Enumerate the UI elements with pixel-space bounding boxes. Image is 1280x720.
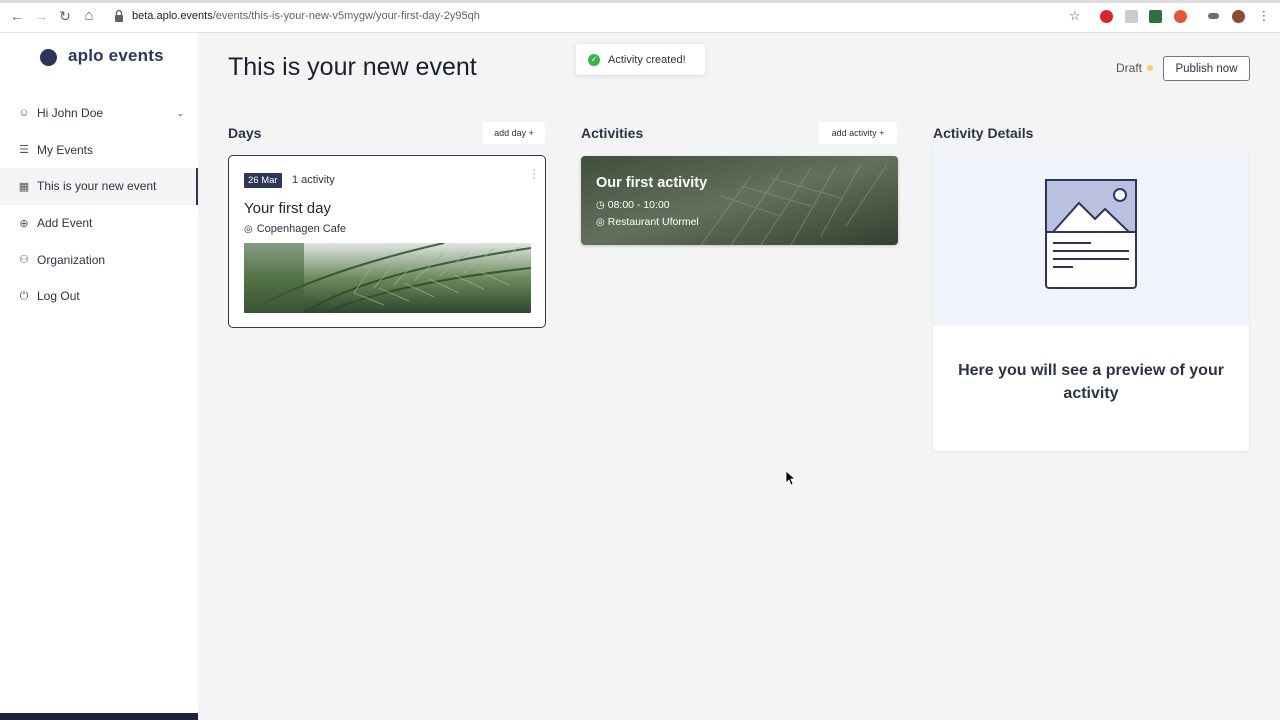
logo-text: aplo events xyxy=(68,45,164,65)
plus-circle-icon: ⊕ xyxy=(19,217,29,230)
mouse-cursor-icon xyxy=(785,470,795,486)
power-icon: ⏻ xyxy=(19,289,29,302)
sidebar-item-label: Hi John Doe xyxy=(37,106,104,121)
date-badge: 26 Mar xyxy=(244,173,282,188)
profile-avatar[interactable] xyxy=(1232,10,1245,23)
browser-menu-icon[interactable]: ⋮ xyxy=(1256,8,1272,24)
kebab-menu-icon[interactable]: ⋮ xyxy=(528,168,540,180)
app-logo[interactable]: aplo events xyxy=(40,45,164,66)
extension-red-icon[interactable] xyxy=(1174,10,1187,23)
sidebar-item-user[interactable]: ☺ Hi John Doe ⌄ xyxy=(0,95,198,132)
sidebar: aplo events ☺ Hi John Doe ⌄ ☰ My Events … xyxy=(0,33,198,720)
browser-chrome: ← → ↻ ⌂ beta.aplo.events/events/this-is-… xyxy=(0,0,1280,33)
activity-location: ◎ Restaurant Uformel xyxy=(596,216,699,228)
sidebar-item-organization[interactable]: ⚇ Organization xyxy=(0,241,198,278)
days-title: Days xyxy=(228,125,262,141)
sidebar-item-my-events[interactable]: ☰ My Events xyxy=(0,132,198,169)
extension-code-icon[interactable] xyxy=(1125,10,1138,23)
people-icon: ⚇ xyxy=(19,254,29,267)
page-title: This is your new event xyxy=(228,53,477,81)
day-location-text: Copenhagen Cafe xyxy=(256,223,347,235)
activity-title: Our first activity xyxy=(596,175,708,191)
activity-card[interactable]: Our first activity ◷ 08:00 - 10:00 ◎ Res… xyxy=(581,156,898,245)
sidebar-item-label: This is your new event xyxy=(37,179,157,194)
url-text: beta.aplo.events/events/this-is-your-new… xyxy=(132,10,480,22)
browser-top-edge xyxy=(0,0,1280,3)
location-pin-icon: ◎ xyxy=(244,223,253,235)
back-icon[interactable]: ← xyxy=(9,8,25,24)
sidebar-bottom-bar xyxy=(0,713,198,720)
user-icon: ☺ xyxy=(18,107,30,120)
lock-icon xyxy=(115,9,123,22)
sidebar-item-label: Organization xyxy=(37,252,106,267)
activities-title: Activities xyxy=(581,125,644,141)
reload-icon[interactable]: ↻ xyxy=(57,8,73,24)
sidebar-item-label: Log Out xyxy=(37,289,80,304)
sidebar-item-add-event[interactable]: ⊕ Add Event xyxy=(0,205,198,242)
home-icon[interactable]: ⌂ xyxy=(81,8,97,24)
main-content: This is your new event ✓ Activity create… xyxy=(198,33,1280,720)
activity-details-title: Activity Details xyxy=(933,125,1034,141)
clock-icon: ◷ xyxy=(596,199,605,211)
url-host: beta.aplo.events xyxy=(132,10,213,22)
day-card[interactable]: 26 Mar 1 activity ⋮ Your first day ◎ Cop… xyxy=(228,155,546,328)
add-activity-button[interactable]: add activity + xyxy=(819,122,897,144)
toast-message: Activity created! xyxy=(608,53,686,66)
add-day-button[interactable]: add day + xyxy=(483,122,545,144)
sidebar-item-log-out[interactable]: ⏻ Log Out xyxy=(0,278,198,315)
sidebar-nav: ☺ Hi John Doe ⌄ ☰ My Events ▦ This is yo… xyxy=(0,95,198,315)
extension-key-icon[interactable] xyxy=(1208,13,1219,19)
activity-count: 1 activity xyxy=(292,174,335,186)
day-cover-image xyxy=(244,243,531,313)
publish-button[interactable]: Publish now xyxy=(1163,56,1250,81)
status-text: Draft xyxy=(1116,61,1143,75)
chevron-down-icon[interactable]: ⌄ xyxy=(176,108,184,119)
check-circle-icon: ✓ xyxy=(588,53,600,66)
sidebar-item-label: My Events xyxy=(37,142,94,157)
extension-bw-icon[interactable] xyxy=(1149,10,1162,23)
details-placeholder-text: Here you will see a preview of your acti… xyxy=(958,362,1224,402)
sidebar-item-label: Add Event xyxy=(37,216,93,231)
day-title: Your first day xyxy=(244,200,331,217)
activity-time: ◷ 08:00 - 10:00 xyxy=(596,199,670,211)
activity-time-text: 08:00 - 10:00 xyxy=(607,199,670,211)
url-path: /events/this-is-your-new-v5mygw/your-fir… xyxy=(212,10,480,22)
sidebar-item-current-event[interactable]: ▦ This is your new event xyxy=(0,168,198,205)
extension-opera-icon[interactable] xyxy=(1100,10,1113,23)
address-bar[interactable]: beta.aplo.events/events/this-is-your-new… xyxy=(110,6,1090,28)
status-badge: Draft xyxy=(1116,61,1154,75)
location-pin-icon: ◎ xyxy=(596,216,605,228)
activity-location-text: Restaurant Uformel xyxy=(607,216,699,228)
list-icon: ☰ xyxy=(19,144,29,157)
status-dot-icon xyxy=(1147,65,1154,71)
success-toast: ✓ Activity created! xyxy=(576,44,705,75)
forward-icon[interactable]: → xyxy=(33,8,49,24)
bookmark-star-icon[interactable]: ☆ xyxy=(1069,8,1081,24)
activity-details-panel: Here you will see a preview of your acti… xyxy=(933,146,1249,451)
logo-dot-icon xyxy=(40,49,57,66)
day-location: ◎ Copenhagen Cafe xyxy=(244,223,346,235)
document-image-icon xyxy=(1045,179,1137,289)
calendar-icon: ▦ xyxy=(18,180,30,193)
